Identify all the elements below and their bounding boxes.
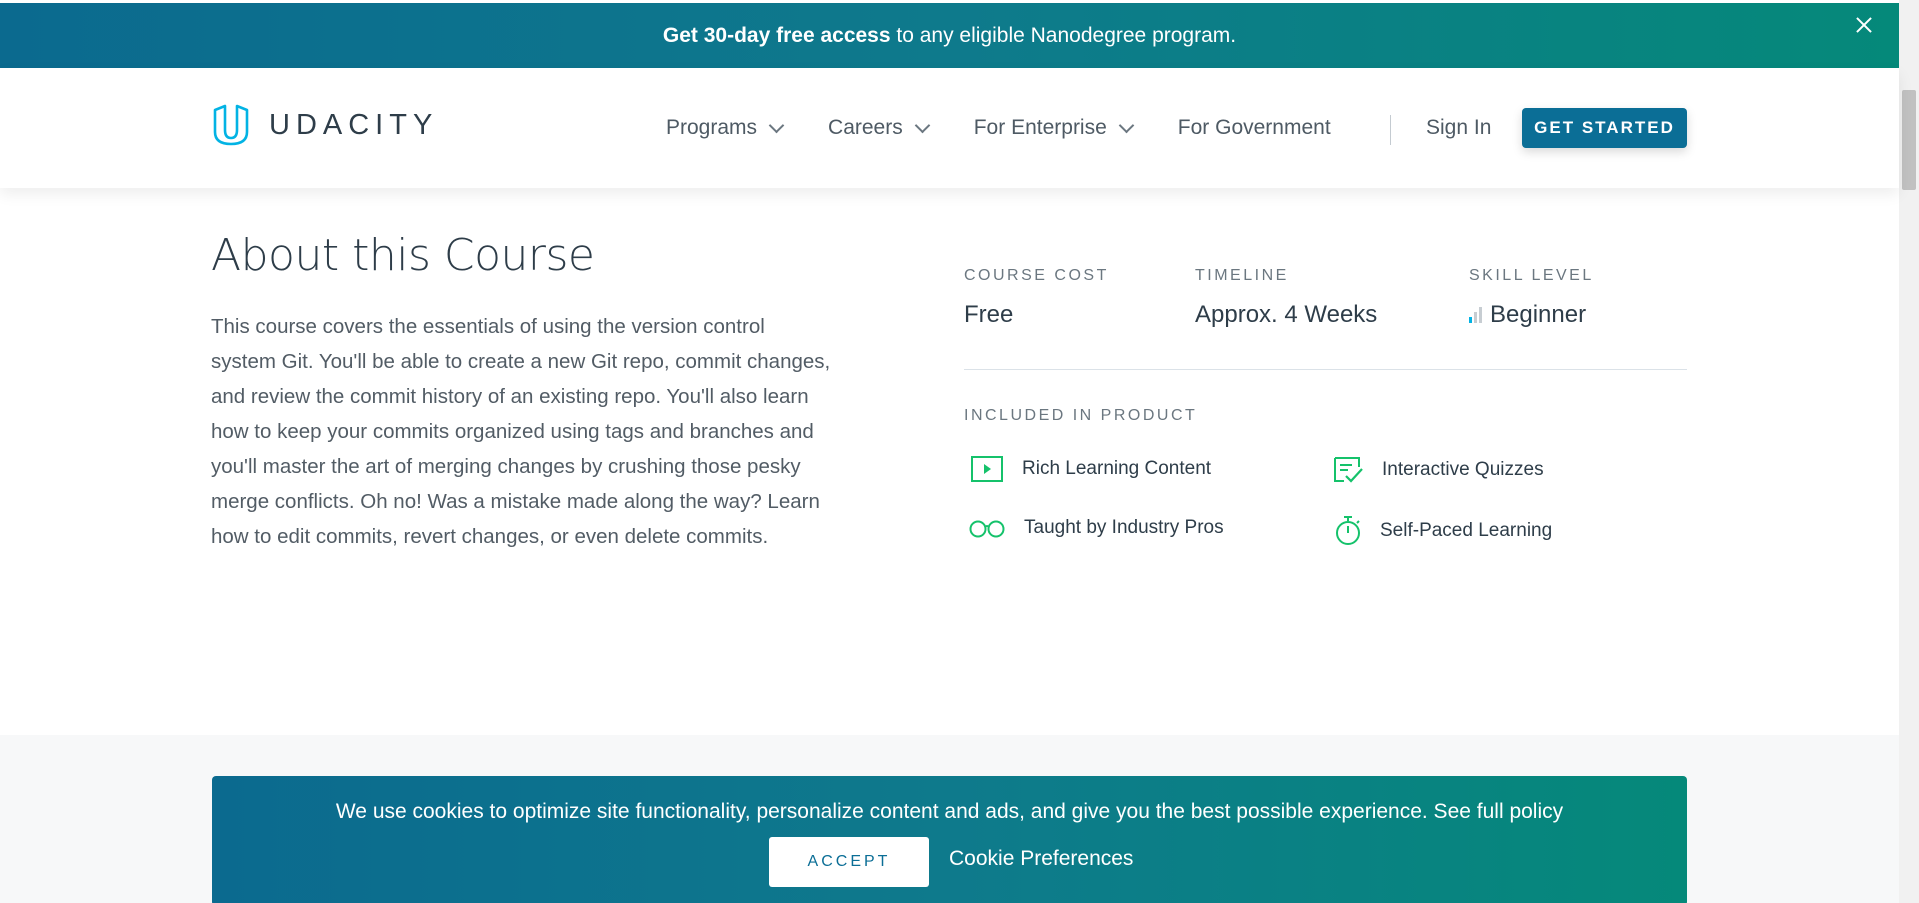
udacity-logo[interactable]: UDACITY bbox=[211, 104, 438, 146]
skill-level-label: SKILL LEVEL bbox=[1469, 267, 1594, 284]
nav-for-government[interactable]: For Government bbox=[1178, 116, 1331, 140]
skill-level-text: Beginner bbox=[1490, 301, 1587, 328]
skill-level-bars-icon bbox=[1469, 307, 1482, 323]
cookie-preferences-link[interactable]: Cookie Preferences bbox=[949, 847, 1133, 871]
timeline-label: TIMELINE bbox=[1195, 267, 1289, 284]
scrollbar-thumb[interactable] bbox=[1902, 90, 1916, 190]
timeline-value: Approx. 4 Weeks bbox=[1195, 301, 1378, 328]
promo-banner: Get 30-day free access to any eligible N… bbox=[0, 3, 1899, 68]
nav-programs-label: Programs bbox=[666, 116, 758, 139]
sign-in-link[interactable]: Sign In bbox=[1426, 116, 1491, 140]
nav-government-label: For Government bbox=[1177, 116, 1331, 139]
cookie-banner: We use cookies to optimize site function… bbox=[212, 776, 1687, 903]
logo-wordmark: UDACITY bbox=[269, 108, 439, 141]
course-cost: COURSE COST Free bbox=[964, 267, 1109, 329]
course-timeline: TIMELINE Approx. 4 Weeks bbox=[1195, 267, 1377, 329]
feature-label: Self-Paced Learning bbox=[1380, 520, 1553, 541]
included-label: INCLUDED IN PRODUCT bbox=[964, 407, 1198, 424]
cookie-text[interactable]: We use cookies to optimize site function… bbox=[212, 800, 1687, 824]
nav-for-enterprise[interactable]: For Enterprise bbox=[973, 116, 1135, 140]
nav-divider bbox=[1390, 115, 1391, 145]
feature-interactive-quizzes: Interactive Quizzes bbox=[1332, 455, 1544, 485]
nav-careers[interactable]: Careers bbox=[828, 116, 931, 140]
skill-level-value: Beginner bbox=[1469, 301, 1594, 329]
video-icon bbox=[971, 456, 1003, 482]
page-scrollbar[interactable] bbox=[1899, 0, 1919, 903]
feature-rich-learning-content: Rich Learning Content bbox=[970, 455, 1211, 483]
promo-rest-text: to any eligible Nanodegree program. bbox=[890, 23, 1237, 47]
glasses-icon bbox=[969, 520, 1005, 538]
feature-self-paced-learning: Self-Paced Learning bbox=[1334, 515, 1552, 547]
course-skill-level: SKILL LEVEL Beginner bbox=[1469, 267, 1594, 329]
course-description: This course covers the essentials of usi… bbox=[211, 315, 831, 548]
chevron-down-icon bbox=[1118, 117, 1135, 133]
nav-careers-label: Careers bbox=[828, 116, 903, 139]
nav-programs[interactable]: Programs bbox=[666, 116, 785, 140]
chevron-down-icon bbox=[768, 117, 785, 133]
section-divider bbox=[964, 369, 1687, 370]
stopwatch-icon bbox=[1336, 516, 1360, 545]
course-cost-value: Free bbox=[964, 301, 1014, 328]
accept-cookies-button[interactable]: ACCEPT bbox=[769, 837, 929, 887]
page-title: About this Course bbox=[211, 230, 595, 281]
udacity-logo-icon bbox=[213, 104, 249, 146]
promo-text[interactable]: Get 30-day free access to any eligible N… bbox=[663, 24, 1236, 48]
nav-enterprise-label: For Enterprise bbox=[973, 116, 1107, 139]
site-header: UDACITY Programs Careers For Enterprise … bbox=[0, 68, 1899, 188]
feature-label: Rich Learning Content bbox=[1022, 458, 1212, 479]
promo-bold-text: Get 30-day free access bbox=[662, 23, 891, 47]
feature-label: Taught by Industry Pros bbox=[1024, 517, 1224, 538]
main-nav: Programs Careers For Enterprise For Gove… bbox=[666, 116, 1377, 140]
close-icon[interactable] bbox=[1851, 13, 1877, 39]
chevron-down-icon bbox=[914, 117, 931, 133]
feature-taught-by-industry-pros: Taught by Industry Pros bbox=[968, 517, 1224, 539]
feature-label: Interactive Quizzes bbox=[1382, 459, 1544, 480]
get-started-button[interactable]: GET STARTED bbox=[1522, 108, 1687, 148]
quiz-icon bbox=[1334, 457, 1363, 483]
course-cost-label: COURSE COST bbox=[964, 267, 1109, 284]
